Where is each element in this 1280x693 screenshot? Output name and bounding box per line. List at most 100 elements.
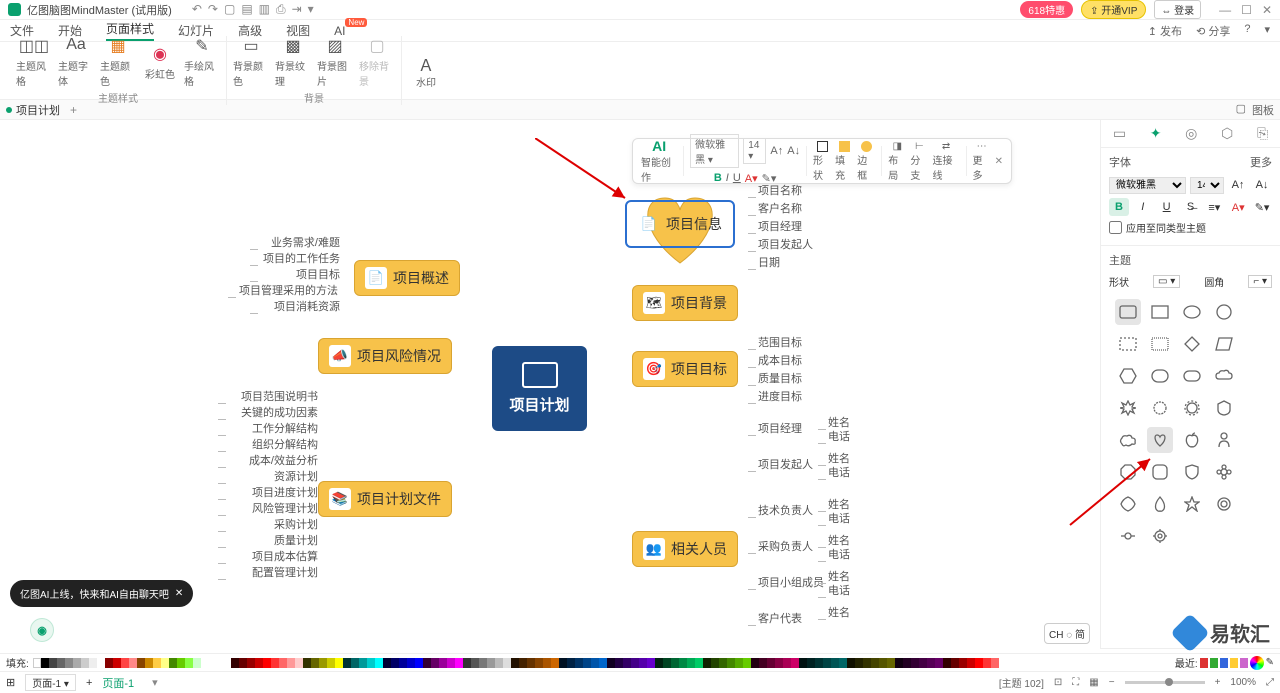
color-swatch[interactable] bbox=[375, 658, 383, 668]
leaf[interactable]: 客户名称 bbox=[758, 200, 802, 216]
shape-drop[interactable] bbox=[1147, 491, 1173, 517]
panel-icon[interactable]: ▢ bbox=[1236, 102, 1246, 118]
menu-overflow-icon[interactable]: ▾ bbox=[1264, 23, 1270, 39]
color-swatch[interactable] bbox=[407, 658, 415, 668]
color-swatch[interactable] bbox=[399, 658, 407, 668]
underline-button[interactable]: U bbox=[1157, 198, 1177, 216]
ribbon-bg-texture[interactable]: ▩背景纹理 bbox=[275, 36, 311, 88]
canvas[interactable]: AI智能创作 微软雅黑 ▾ 14 ▾ A↑ A↓ B I U A▾ ✎▾ 形状 … bbox=[0, 120, 1100, 649]
add-tab-button[interactable]: + bbox=[70, 103, 77, 117]
color-swatch[interactable] bbox=[583, 658, 591, 668]
color-swatch[interactable] bbox=[735, 658, 743, 668]
node-info-selected[interactable]: 📄项目信息 bbox=[625, 200, 735, 248]
panel-tab-tag-icon[interactable]: ◎ bbox=[1185, 125, 1197, 142]
bold-button[interactable]: B bbox=[1109, 198, 1129, 216]
color-swatch[interactable] bbox=[303, 658, 311, 668]
color-swatch[interactable] bbox=[975, 658, 983, 668]
color-swatch[interactable] bbox=[543, 658, 551, 668]
add-page-button[interactable]: + bbox=[86, 677, 92, 689]
save-icon[interactable]: ▥ bbox=[259, 2, 270, 17]
float-more-button[interactable]: ⋯更多 bbox=[973, 141, 991, 182]
recent-swatch[interactable] bbox=[1230, 658, 1238, 668]
qat-more-icon[interactable]: ▾ bbox=[308, 2, 314, 17]
node-risk[interactable]: 📣项目风险情况 bbox=[318, 338, 452, 374]
document-tab[interactable]: 项目计划 bbox=[16, 102, 60, 118]
ribbon-bg-color[interactable]: ▭背景颜色 bbox=[233, 36, 269, 88]
leaf[interactable]: 客户代表 bbox=[758, 610, 802, 626]
color-swatch[interactable] bbox=[423, 658, 431, 668]
color-swatch[interactable] bbox=[41, 658, 49, 668]
leaf[interactable]: 项目的工作任务 bbox=[260, 250, 340, 266]
font-color-button[interactable]: A▾ bbox=[1228, 198, 1248, 216]
shape-target[interactable] bbox=[1147, 523, 1173, 549]
color-swatch[interactable] bbox=[599, 658, 607, 668]
float-font-grow-icon[interactable]: A↑ bbox=[770, 145, 783, 157]
font-shrink-icon[interactable]: A↓ bbox=[1252, 176, 1272, 194]
color-swatch[interactable] bbox=[575, 658, 583, 668]
node-goal[interactable]: 🎯项目目标 bbox=[632, 351, 738, 387]
leaf[interactable]: 项目范围说明书 bbox=[228, 388, 318, 404]
color-swatch[interactable] bbox=[415, 658, 423, 668]
leaf[interactable]: 姓名 bbox=[828, 604, 850, 620]
color-swatch[interactable] bbox=[911, 658, 919, 668]
float-shape-button[interactable]: 形状 bbox=[813, 141, 831, 182]
shape-dropdown[interactable]: ▭ ▾ bbox=[1153, 275, 1180, 288]
node-people[interactable]: 👥相关人员 bbox=[632, 531, 738, 567]
shape-badge[interactable] bbox=[1211, 395, 1237, 421]
color-swatch[interactable] bbox=[503, 658, 511, 668]
panel-tab-clip-icon[interactable]: ⎘ bbox=[1257, 125, 1268, 142]
color-swatch[interactable] bbox=[647, 658, 655, 668]
float-border-button[interactable]: 边框 bbox=[857, 141, 875, 182]
float-branch-button[interactable]: ⊢分支 bbox=[910, 141, 928, 182]
shape-burst2[interactable] bbox=[1147, 395, 1173, 421]
leaf[interactable]: 配置管理计划 bbox=[228, 564, 318, 580]
color-swatch[interactable] bbox=[319, 658, 327, 668]
shape-dashed-rect2[interactable] bbox=[1147, 331, 1173, 357]
font-size-select[interactable]: 14 bbox=[1190, 177, 1224, 194]
color-swatch[interactable] bbox=[703, 658, 711, 668]
color-swatch[interactable] bbox=[81, 658, 89, 668]
shape-none[interactable] bbox=[1243, 299, 1269, 325]
color-swatch[interactable] bbox=[887, 658, 895, 668]
color-swatch[interactable] bbox=[73, 658, 81, 668]
color-swatch[interactable] bbox=[935, 658, 943, 668]
export-icon[interactable]: ⇥ bbox=[292, 2, 302, 17]
ribbon-bg-image[interactable]: ▨背景图片 bbox=[317, 36, 353, 88]
shape-rounded-rect[interactable] bbox=[1115, 299, 1141, 325]
shape-dot-ring[interactable] bbox=[1115, 523, 1141, 549]
color-swatch[interactable] bbox=[655, 658, 663, 668]
color-swatch[interactable] bbox=[391, 658, 399, 668]
font-more-link[interactable]: 更多 bbox=[1250, 154, 1272, 170]
color-swatch[interactable] bbox=[615, 658, 623, 668]
color-swatch[interactable] bbox=[145, 658, 153, 668]
color-swatch[interactable] bbox=[129, 658, 137, 668]
outline-toggle-icon[interactable]: ⊞ bbox=[6, 676, 15, 689]
node-plan-files[interactable]: 📚项目计划文件 bbox=[318, 481, 452, 517]
ime-indicator[interactable]: CH ◌ 简 bbox=[1044, 623, 1090, 644]
float-size-select[interactable]: 14 ▾ bbox=[743, 138, 766, 164]
color-swatch[interactable] bbox=[439, 658, 447, 668]
color-swatch[interactable] bbox=[567, 658, 575, 668]
color-swatch[interactable] bbox=[479, 658, 487, 668]
color-swatch[interactable] bbox=[847, 658, 855, 668]
shape-cloud2[interactable] bbox=[1115, 427, 1141, 453]
grid-icon[interactable]: ▦ bbox=[1089, 677, 1098, 688]
color-swatch[interactable] bbox=[759, 658, 767, 668]
color-swatch[interactable] bbox=[89, 658, 97, 668]
fullscreen-icon[interactable]: ⤢ bbox=[1266, 677, 1274, 688]
float-bold-button[interactable]: B bbox=[714, 172, 722, 184]
color-swatch[interactable] bbox=[193, 658, 201, 668]
publish-button[interactable]: ↥ 发布 bbox=[1148, 23, 1182, 39]
color-swatch[interactable] bbox=[447, 658, 455, 668]
help-icon[interactable]: ? bbox=[1244, 23, 1250, 39]
node-overview[interactable]: 📄项目概述 bbox=[354, 260, 460, 296]
leaf[interactable]: 项目名称 bbox=[758, 182, 802, 198]
shape-heart[interactable] bbox=[1147, 427, 1173, 453]
node-center[interactable]: 项目计划 bbox=[492, 346, 587, 431]
color-swatch[interactable] bbox=[255, 658, 263, 668]
leaf[interactable]: 技术负责人 bbox=[758, 502, 813, 518]
shape-none7[interactable] bbox=[1243, 491, 1269, 517]
color-swatch[interactable] bbox=[831, 658, 839, 668]
color-swatch[interactable] bbox=[775, 658, 783, 668]
zoom-slider[interactable] bbox=[1125, 681, 1205, 684]
